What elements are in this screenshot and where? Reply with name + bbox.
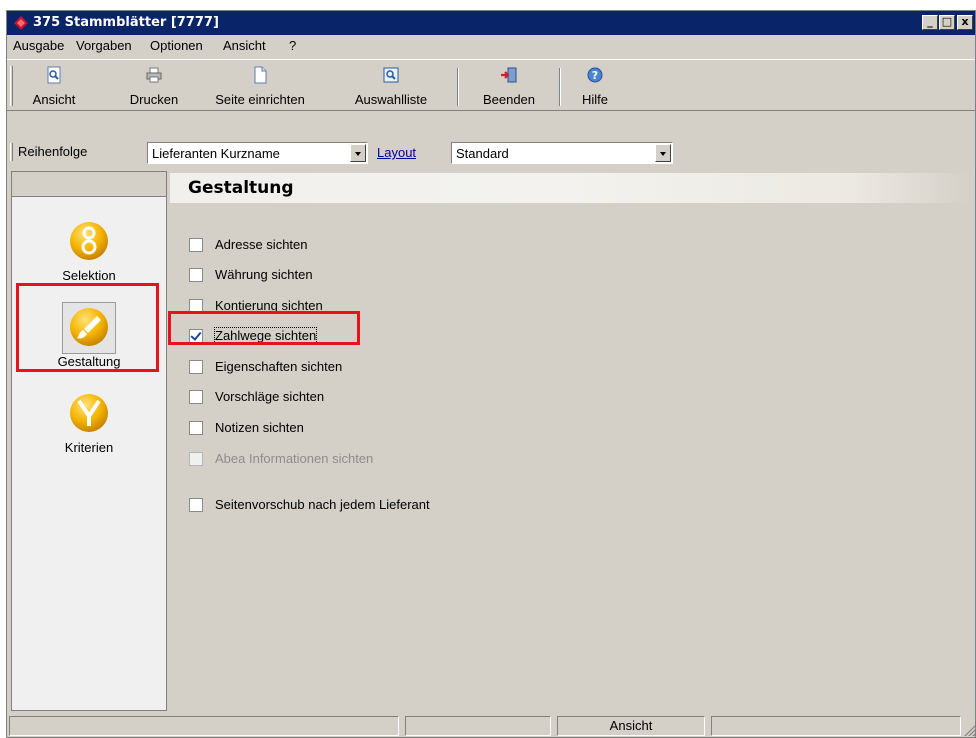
option-label: Adresse sichten (215, 237, 308, 252)
checkbox[interactable] (189, 238, 203, 252)
exit-button[interactable]: Beenden (469, 66, 549, 110)
sidebar-header (12, 172, 166, 197)
status-panel-view: Ansicht (557, 716, 705, 736)
navigation-sidebar: Selektion Gestaltung Kriterien (11, 171, 167, 711)
help-icon: ? (587, 67, 603, 83)
application-window: 375 Stammblätter [7777] _ □ x Ausgabe Vo… (6, 10, 976, 738)
close-button[interactable]: x (957, 15, 973, 30)
preview-icon (47, 66, 61, 84)
panel-header: Gestaltung (170, 173, 973, 203)
checkbox[interactable] (189, 268, 203, 282)
selection-list-icon (383, 67, 399, 83)
menu-vorgaben[interactable]: Vorgaben (76, 38, 132, 53)
panel-title: Gestaltung (188, 178, 294, 198)
toolbar: Ansicht Drucken Seite einrichten Auswahl… (7, 59, 975, 111)
menu-optionen[interactable]: Optionen (150, 38, 203, 53)
options-bar-grip[interactable] (10, 143, 13, 161)
highlight-box-gestaltung (16, 283, 159, 372)
selection-list-button[interactable]: Auswahlliste (341, 66, 441, 110)
status-panel (711, 716, 961, 736)
options-bar: Reihenfolge Lieferanten Kurzname Layout … (7, 139, 975, 167)
printer-icon (146, 67, 162, 83)
minimize-button[interactable]: _ (922, 15, 938, 30)
window-title: 375 Stammblätter [7777] (33, 15, 219, 30)
help-button[interactable]: ? Hilfe (571, 66, 619, 110)
checkbox[interactable] (189, 498, 203, 512)
print-label: Drucken (129, 92, 179, 107)
menu-ansicht[interactable]: Ansicht (223, 38, 266, 53)
highlight-box-zahlwege (168, 311, 360, 345)
selection-icon (70, 222, 108, 260)
checkbox[interactable] (189, 390, 203, 404)
checkbox[interactable] (189, 421, 203, 435)
preview-button[interactable]: Ansicht (21, 66, 87, 110)
exit-icon (501, 67, 517, 83)
toolbar-separator (559, 68, 561, 106)
print-button[interactable]: Drucken (125, 66, 183, 110)
page-setup-label: Seite einrichten (215, 92, 305, 107)
chevron-down-icon[interactable] (350, 144, 366, 162)
toolbar-grip[interactable] (10, 66, 13, 106)
sidebar-item-label: Kriterien (64, 440, 114, 455)
toolbar-separator (457, 68, 459, 106)
sort-label: Reihenfolge (18, 144, 88, 159)
page-setup-button[interactable]: Seite einrichten (197, 66, 323, 110)
option-label: Notizen sichten (215, 420, 304, 435)
menu-bar: Ausgabe Vorgaben Optionen Ansicht ? (7, 35, 975, 57)
filter-icon (70, 394, 108, 432)
maximize-button[interactable]: □ (939, 15, 955, 30)
app-logo-icon (14, 16, 28, 30)
page-setup-icon (254, 66, 267, 84)
help-label: Hilfe (581, 92, 608, 107)
checkbox-disabled (189, 452, 203, 466)
status-panel (9, 716, 399, 736)
menu-ausgabe[interactable]: Ausgabe (13, 38, 64, 53)
layout-value: Standard (456, 146, 509, 161)
title-bar[interactable]: 375 Stammblätter [7777] _ □ x (7, 11, 975, 35)
options-panel: Gestaltung Adresse sichten Währung sicht… (170, 171, 973, 711)
menu-help[interactable]: ? (289, 38, 296, 53)
option-label: Seitenvorschub nach jedem Lieferant (215, 497, 430, 512)
sidebar-item-kriterien[interactable]: Kriterien (12, 388, 166, 468)
status-panel (405, 716, 551, 736)
svg-text:?: ? (592, 69, 598, 82)
option-label: Vorschläge sichten (215, 389, 325, 404)
checkbox[interactable] (189, 360, 203, 374)
option-label: Abea Informationen sichten (215, 451, 374, 466)
sort-order-value: Lieferanten Kurzname (152, 146, 280, 161)
layout-link[interactable]: Layout (377, 145, 416, 160)
option-label: Eigenschaften sichten (215, 359, 343, 374)
preview-label: Ansicht (32, 92, 76, 107)
chevron-down-icon[interactable] (655, 144, 671, 162)
status-bar: Ansicht (7, 714, 975, 737)
resize-grip-icon[interactable] (963, 724, 975, 736)
exit-label: Beenden (482, 92, 536, 107)
sidebar-item-label: Selektion (62, 268, 116, 283)
selection-list-label: Auswahlliste (354, 92, 428, 107)
layout-select[interactable]: Standard (451, 142, 673, 164)
sort-order-select[interactable]: Lieferanten Kurzname (147, 142, 368, 164)
option-label: Währung sichten (215, 267, 313, 282)
